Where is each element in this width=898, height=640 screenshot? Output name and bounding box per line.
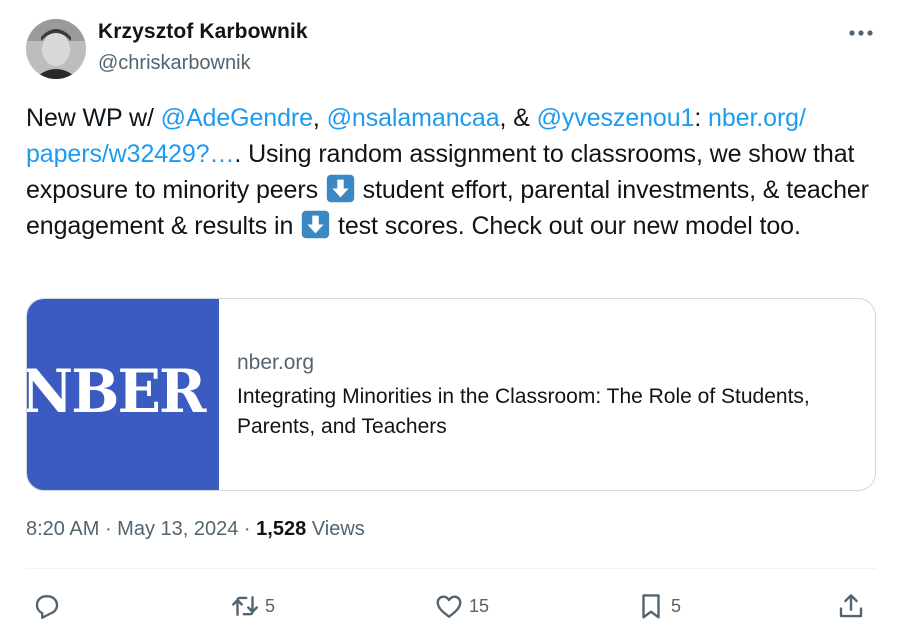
share-button[interactable] (836, 584, 866, 628)
views-count: 1,528 (256, 518, 307, 540)
share-icon (839, 594, 863, 618)
retweet-count: 5 (265, 595, 276, 616)
retweet-button[interactable]: 5 (230, 584, 275, 628)
card-title: Integrating Minorities in the Classroom:… (237, 385, 810, 438)
tweet-text-segment: : (694, 104, 709, 132)
like-icon (436, 595, 462, 618)
tweet-text-segment: test scores. Check out our new model too… (331, 212, 801, 240)
divider (26, 568, 876, 569)
more-icon (849, 30, 873, 36)
meta-separator: · (238, 518, 257, 540)
url-link-part[interactable]: nber.org/ (708, 104, 806, 132)
tweet-time[interactable]: 8:20 AM (26, 518, 99, 540)
bookmark-icon (642, 594, 660, 619)
like-button[interactable]: 15 (434, 584, 489, 628)
reply-button[interactable] (32, 584, 62, 628)
mention-link[interactable]: @nsalamancaa (327, 104, 500, 132)
like-count: 15 (469, 595, 490, 616)
url-link-part[interactable]: papers/w32429?… (26, 140, 234, 168)
mention-link[interactable]: @AdeGendre (161, 104, 313, 132)
author-handle[interactable]: @chriskarbownik (98, 52, 251, 75)
author-name[interactable]: Krzysztof Karbownik (98, 20, 308, 44)
arrow-down-emoji (301, 210, 330, 239)
tweet-text-segment: , & (499, 104, 537, 132)
mention-link[interactable]: @yveszenou1 (537, 104, 695, 132)
retweet-icon (232, 596, 258, 616)
action-bar: 5 15 5 (26, 584, 876, 628)
card-domain: nber.org (237, 351, 315, 374)
tweet-text-segment: , (312, 104, 327, 132)
reply-icon (35, 595, 59, 619)
bookmark-button[interactable]: 5 (636, 584, 681, 628)
bookmark-count: 5 (671, 595, 682, 616)
views-label: Views (306, 518, 365, 540)
tweet-text: New WP w/ @AdeGendre, @nsalamancaa, & @y… (26, 100, 876, 244)
avatar[interactable] (26, 19, 86, 79)
link-preview-card[interactable]: NBER nber.org Integrating Minorities in … (26, 298, 876, 491)
card-image[interactable]: NBER (27, 299, 219, 490)
nber-logo: NBER (27, 357, 206, 427)
arrow-down-emoji (326, 174, 355, 203)
tweet-text-segment: New WP w/ (26, 104, 161, 132)
more-options-button[interactable] (844, 18, 878, 48)
tweet-meta: 8:20 AM · May 13, 2024 · 1,528 Views (26, 518, 365, 541)
tweet-date[interactable]: May 13, 2024 (117, 518, 238, 540)
meta-separator: · (99, 518, 118, 540)
